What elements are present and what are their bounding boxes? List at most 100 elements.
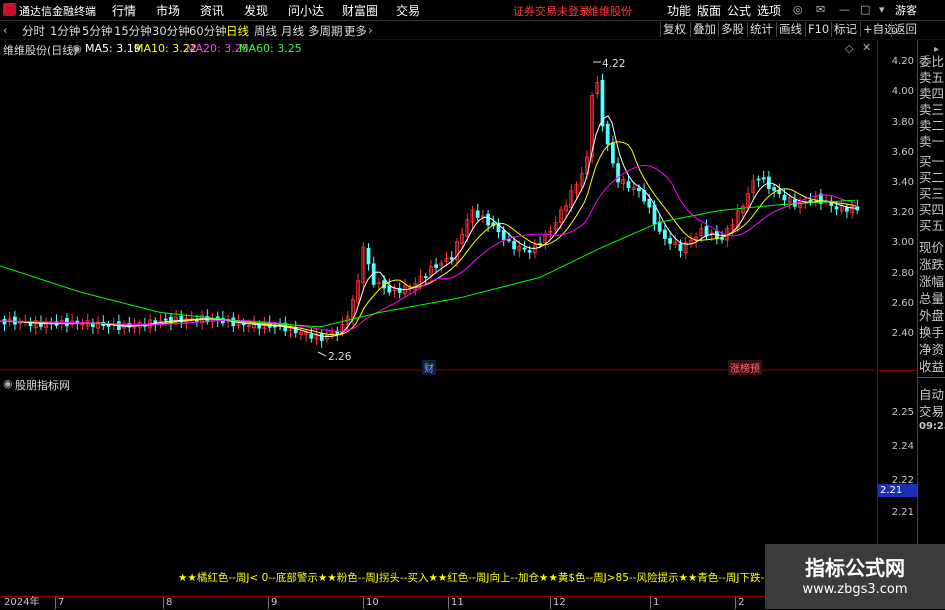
tool-diejia[interactable]: 叠加	[690, 22, 718, 37]
tool-fuquan[interactable]: 复权	[660, 22, 688, 37]
subchart-title: 股朋指标网	[15, 379, 70, 392]
finance-marker[interactable]: 财	[422, 360, 436, 375]
y-tick: 2.40	[891, 328, 914, 339]
candle-body	[756, 178, 761, 181]
watermark-title: 指标公式网	[805, 556, 905, 580]
candle-body	[605, 123, 610, 145]
candle-body	[652, 204, 657, 225]
candle-body	[163, 318, 168, 321]
candle-body	[704, 226, 709, 237]
chart-settings-icon[interactable]: ◇	[845, 42, 853, 55]
kline-svg	[0, 61, 876, 371]
more-chevron-icon[interactable]: ›	[368, 23, 373, 37]
period-15min[interactable]: 15分钟	[114, 23, 152, 39]
candle-body	[616, 163, 620, 183]
period-fenshi[interactable]: 分时	[22, 23, 45, 39]
period-5min[interactable]: 5分钟	[82, 23, 112, 39]
candle-body	[512, 240, 516, 250]
menu-gongneng[interactable]: 功能	[667, 2, 691, 19]
candle-body	[486, 213, 491, 226]
y-tick: 3.80	[891, 117, 914, 128]
tool-tongji[interactable]: 统计	[747, 22, 775, 37]
menu-wenxiaoda[interactable]: 问小达	[288, 2, 324, 19]
side-earnings: 收益	[919, 359, 945, 374]
settings-icon[interactable]: ◎	[793, 3, 803, 16]
candle-body	[777, 190, 782, 195]
mail-icon[interactable]: ✉	[816, 3, 825, 16]
login-status[interactable]: 证券交易未登录	[513, 3, 590, 19]
side-divider	[918, 377, 945, 378]
candle-body	[678, 243, 683, 251]
menu-arrow-icon[interactable]: ▾	[879, 3, 885, 16]
tool-duogu[interactable]: 多股	[718, 22, 746, 37]
period-daily[interactable]: 日线	[226, 23, 249, 39]
maximize-icon[interactable]: □	[860, 3, 870, 16]
candle-body	[423, 276, 428, 278]
menu-shichang[interactable]: 市场	[156, 2, 180, 19]
tool-fanhui[interactable]: 返回	[891, 22, 919, 37]
candle-body	[434, 264, 439, 268]
candle-body	[855, 206, 860, 211]
period-30min[interactable]: 30分钟	[152, 23, 190, 39]
limit-up-marker[interactable]: 涨榜预	[728, 360, 762, 375]
menu-caifuquan[interactable]: 财富圈	[342, 2, 378, 19]
candle-body	[637, 188, 641, 192]
y-tick: 2.80	[891, 268, 914, 279]
side-sell1: 卖一	[919, 134, 945, 149]
candle-body	[845, 207, 849, 212]
candle-body	[28, 322, 33, 326]
y-tick: 4.20	[891, 56, 914, 67]
chart-options-icon[interactable]: ◉	[72, 42, 82, 55]
menu-xuanxiang[interactable]: 选项	[757, 2, 781, 19]
tool-f10[interactable]: F10	[805, 22, 831, 37]
menu-hangqing[interactable]: 行情	[112, 2, 136, 19]
menu-banmian[interactable]: 版面	[697, 2, 721, 19]
menu-jiaoyi[interactable]: 交易	[396, 2, 420, 19]
period-more[interactable]: 更多	[344, 23, 367, 39]
candle-body	[309, 333, 314, 339]
candle-body	[834, 206, 839, 210]
user-label[interactable]: 游客	[895, 2, 917, 18]
minimize-icon[interactable]: —	[839, 3, 850, 16]
candle-body	[366, 247, 371, 265]
kline-chart-area[interactable]	[0, 40, 876, 596]
period-1min[interactable]: 1分钟	[50, 23, 80, 39]
candle-body	[668, 238, 672, 244]
y-tick: 3.20	[891, 207, 914, 218]
tool-huaxian[interactable]: 画线	[776, 22, 804, 37]
candle-body	[522, 247, 527, 250]
menu-zixun[interactable]: 资讯	[200, 2, 224, 19]
candle-body	[527, 250, 532, 253]
period-monthly[interactable]: 月线	[281, 23, 304, 39]
sub-y-tick: 2.25	[891, 407, 914, 418]
candle-body	[626, 181, 631, 189]
indicator-legend: ★★橘红色--周J< 0--底部警示★★粉色--周J拐头--买入★★红色--周J…	[178, 572, 808, 584]
candle-body	[449, 257, 454, 260]
ma20-line	[0, 164, 857, 332]
candle-body	[387, 285, 392, 293]
period-60min[interactable]: 60分钟	[189, 23, 227, 39]
current-stock-name: 维维股份	[588, 5, 632, 18]
menu-faxian[interactable]: 发现	[244, 2, 268, 19]
candle-body	[475, 210, 480, 218]
y-tick: 3.40	[891, 177, 914, 188]
chart-close-icon[interactable]: ✕	[862, 41, 871, 54]
menu-gongshi[interactable]: 公式	[727, 2, 751, 19]
sidebar-toggle-icon[interactable]: ‹	[3, 23, 8, 37]
price-axis: 4.20 4.00 3.80 3.60 3.40 3.20 3.00 2.80 …	[877, 40, 918, 596]
period-multi[interactable]: 多周期	[308, 23, 343, 39]
subchart-options-icon[interactable]: ◉	[3, 377, 13, 390]
x-tick: 10	[363, 597, 379, 609]
x-tick: 11	[448, 597, 464, 609]
candle-body	[319, 333, 324, 342]
tool-biaoji[interactable]: 标记	[831, 22, 859, 37]
sub-y-tick: 2.21	[891, 507, 914, 518]
period-weekly[interactable]: 周线	[254, 23, 277, 39]
x-tick: 2024年	[4, 597, 40, 608]
side-trade[interactable]: 交易	[919, 401, 945, 420]
low-price-label: 2.26	[328, 351, 352, 363]
ma5-label: MA5: 3.19	[85, 42, 141, 55]
candle-body	[761, 177, 766, 180]
y-tick: 3.60	[891, 147, 914, 158]
ma60-line	[0, 199, 856, 328]
